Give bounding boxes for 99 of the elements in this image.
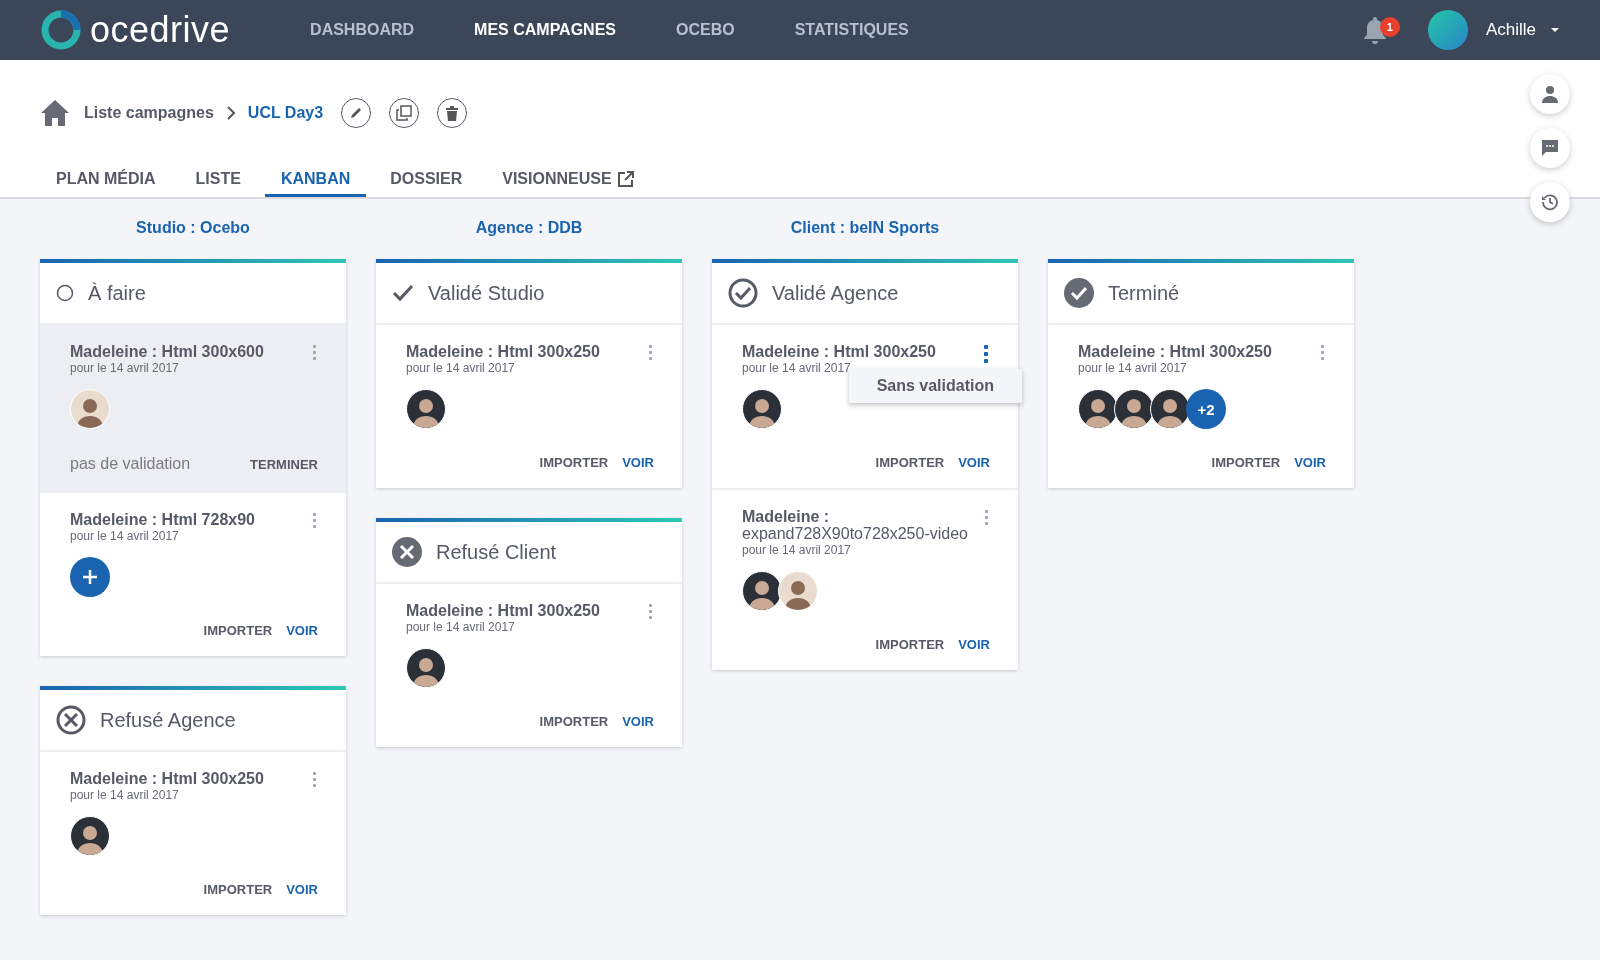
view-button[interactable]: VOIR <box>622 455 654 470</box>
edit-button[interactable] <box>341 98 372 128</box>
chevron-right-icon <box>225 105 236 121</box>
breadcrumb-current: UCL Day3 <box>247 104 324 122</box>
cross-circle-icon <box>56 705 86 735</box>
card-title: Madeleine : Html 728x90 <box>70 511 256 528</box>
card-title: Madeleine : expand728X90to728x250-video <box>742 508 969 542</box>
duplicate-button[interactable] <box>389 98 420 128</box>
user-name[interactable]: Achille <box>1485 20 1536 40</box>
task-card[interactable]: Madeleine : Html 300x600 pour le 14 avril 2017 pas de validation TERMINER <box>40 325 346 493</box>
avatar <box>1150 389 1190 429</box>
menu-item[interactable]: Sans validation <box>876 377 994 395</box>
lane-title: Refusé Client <box>436 540 557 564</box>
check-circle-icon <box>1064 278 1094 308</box>
pencil-icon <box>349 106 364 120</box>
status-note: pas de validation <box>70 455 191 473</box>
check-circle-icon <box>728 278 758 308</box>
action-button[interactable]: IMPORTER <box>539 714 609 729</box>
avatar <box>742 571 782 611</box>
check-icon <box>392 284 414 302</box>
action-button[interactable]: IMPORTER <box>203 882 273 897</box>
delete-button[interactable] <box>437 98 468 128</box>
circle-icon <box>56 284 74 302</box>
card-title: Madeleine : Html 300x250 <box>406 343 601 360</box>
task-card[interactable]: Madeleine : Html 300x250 pour le 14 avril 2017 Sans validation IMPORTER VOIR <box>712 325 1018 490</box>
due-date: pour le 14 avril 2017 <box>406 361 516 375</box>
task-card[interactable]: Madeleine : Html 300x250 pour le 14 avril 2017 IMPORTER VOIR <box>376 325 682 488</box>
history-button[interactable] <box>1530 182 1570 222</box>
action-button[interactable]: TERMINER <box>250 456 318 472</box>
action-button[interactable]: IMPORTER <box>1211 455 1281 470</box>
avatar <box>778 571 818 611</box>
due-date: pour le 14 avril 2017 <box>742 543 852 557</box>
view-button[interactable]: VOIR <box>286 882 318 897</box>
due-date: pour le 14 avril 2017 <box>1078 361 1188 375</box>
action-button[interactable]: IMPORTER <box>875 637 945 652</box>
avatar <box>70 389 110 429</box>
avatar <box>742 389 782 429</box>
lane-title: À faire <box>88 281 146 305</box>
tab[interactable]: LISTE <box>179 170 257 197</box>
action-button[interactable]: IMPORTER <box>539 455 609 470</box>
nav-link[interactable]: DASHBOARD <box>310 21 415 39</box>
trash-icon <box>446 105 459 121</box>
task-card[interactable]: Madeleine : expand728X90to728x250-video pour le 14 avril 2017 IMPORTER VOIR <box>712 490 1018 670</box>
avatar <box>406 389 446 429</box>
action-button[interactable]: IMPORTER <box>203 623 273 638</box>
bell-icon[interactable] <box>1361 15 1388 45</box>
nav-link[interactable]: OCEBO <box>676 21 735 39</box>
due-date: pour le 14 avril 2017 <box>70 788 180 802</box>
chat-icon <box>1541 139 1559 157</box>
more-options-icon[interactable] <box>982 343 990 365</box>
caret-icon[interactable] <box>1550 27 1560 33</box>
tab[interactable]: PLAN MÉDIA <box>40 170 172 197</box>
app-logo[interactable]: ocedrive <box>90 9 231 51</box>
task-card[interactable]: Madeleine : Html 728x90 pour le 14 avril 2017 IMPORTER VOIR <box>40 493 346 656</box>
nav-link[interactable]: MES CAMPAGNES <box>474 21 616 39</box>
card-title: Madeleine : Html 300x600 <box>70 343 265 360</box>
task-card[interactable]: Madeleine : Html 300x250 pour le 14 avril 2017 IMPORTER VOIR <box>40 752 346 915</box>
task-card[interactable]: Madeleine : Html 300x250 pour le 14 avril 2017 +2 IMPORTER VOIR <box>1048 325 1354 488</box>
avatar <box>406 648 446 688</box>
task-card[interactable]: Madeleine : Html 300x250 pour le 14 avril 2017 IMPORTER VOIR <box>376 584 682 747</box>
card-title: Madeleine : Html 300x250 <box>70 770 265 787</box>
column-header: Agence : DDB <box>474 219 584 238</box>
user-avatar[interactable] <box>1427 10 1468 50</box>
plus-icon <box>82 569 98 585</box>
lane-title: Validé Agence <box>772 281 899 305</box>
nav-link[interactable]: STATISTIQUES <box>794 21 909 39</box>
history-icon <box>1541 193 1559 211</box>
breadcrumb-link[interactable]: Liste campagnes <box>84 104 214 122</box>
due-date: pour le 14 avril 2017 <box>70 361 180 375</box>
view-button[interactable]: VOIR <box>622 714 654 729</box>
due-date: pour le 14 avril 2017 <box>70 529 180 543</box>
card-title: Madeleine : Html 300x250 <box>742 343 937 360</box>
lane-title: Validé Studio <box>428 281 545 305</box>
view-button[interactable]: VOIR <box>286 623 318 638</box>
copy-icon <box>396 105 413 121</box>
lane-title: Refusé Agence <box>100 708 236 732</box>
cross-circle-icon <box>392 537 422 567</box>
tab[interactable]: DOSSIER <box>374 170 479 197</box>
avatar <box>70 816 110 856</box>
avatar <box>1114 389 1154 429</box>
avatar <box>1078 389 1118 429</box>
view-button[interactable]: VOIR <box>1294 455 1326 470</box>
tab[interactable]: KANBAN <box>264 170 367 197</box>
due-date: pour le 14 avril 2017 <box>742 361 852 375</box>
logo-icon <box>40 9 82 51</box>
person-icon <box>1541 85 1559 103</box>
card-title: Madeleine : Html 300x250 <box>1078 343 1273 360</box>
tab[interactable]: VISIONNEUSE <box>486 170 650 197</box>
home-icon[interactable] <box>40 99 70 127</box>
view-button[interactable]: VOIR <box>958 637 990 652</box>
add-button[interactable] <box>70 557 110 597</box>
action-button[interactable]: IMPORTER <box>875 455 945 470</box>
due-date: pour le 14 avril 2017 <box>406 620 516 634</box>
card-title: Madeleine : Html 300x250 <box>406 602 601 619</box>
view-button[interactable]: VOIR <box>958 455 990 470</box>
lane-title: Terminé <box>1108 281 1180 305</box>
more-count-badge: +2 <box>1186 389 1226 429</box>
column-header: Studio : Ocebo <box>135 219 251 238</box>
column-header: Client : beIN Sports <box>789 219 941 238</box>
